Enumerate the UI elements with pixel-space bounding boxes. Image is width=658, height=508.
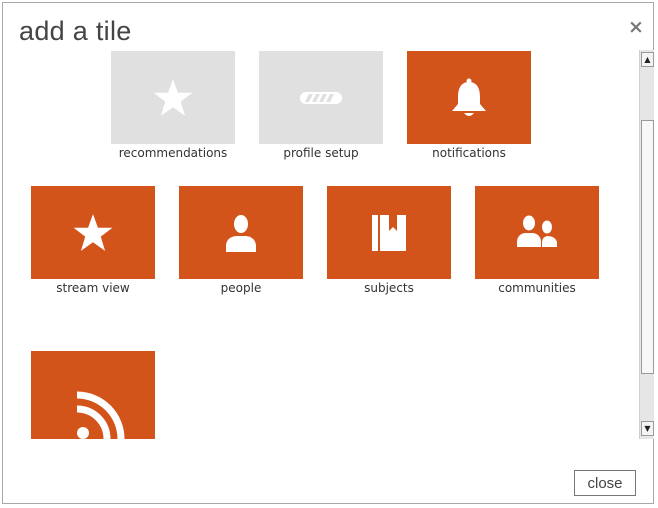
tile-face — [259, 51, 383, 144]
scrollbar-thumb[interactable] — [641, 120, 654, 374]
star-icon — [72, 212, 114, 254]
tile-recommendations[interactable]: recommendations — [111, 51, 235, 160]
tile-face — [179, 186, 303, 279]
progress-bar-icon — [299, 90, 343, 106]
close-dialog-icon[interactable]: × — [628, 16, 644, 38]
tile-profile-setup[interactable]: profile setup — [259, 51, 383, 160]
bell-icon — [447, 76, 491, 120]
tile-face — [475, 186, 599, 279]
tile-label: communities — [498, 281, 576, 295]
tile-label: notifications — [432, 146, 506, 160]
add-tile-dialog: add a tile × recommendations profile set… — [2, 2, 654, 504]
tile-communities[interactable]: communities — [475, 186, 599, 295]
tile-label: recommendations — [118, 146, 228, 160]
tile-face — [31, 351, 155, 439]
tile-subjects[interactable]: subjects — [327, 186, 451, 295]
group-icon — [515, 213, 559, 253]
tile-grid: recommendations profile setup notificati… — [3, 51, 639, 439]
tile-label: profile setup — [283, 146, 359, 160]
bookmark-book-icon — [369, 212, 409, 254]
tile-people[interactable]: people — [179, 186, 303, 295]
tile-label: people — [220, 281, 262, 295]
star-icon — [152, 77, 194, 119]
tile-label: stream view — [56, 281, 130, 295]
person-icon — [220, 212, 262, 254]
close-button[interactable]: close — [574, 470, 636, 496]
scroll-up-icon[interactable]: ▲ — [641, 52, 654, 67]
vertical-scrollbar[interactable]: ▲ ▼ — [639, 50, 654, 439]
tile-stream-view[interactable]: stream view — [31, 186, 155, 295]
tile-face — [31, 186, 155, 279]
tile-notifications[interactable]: notifications — [407, 51, 531, 160]
tile-rss-feed[interactable] — [31, 351, 155, 439]
tile-face — [407, 51, 531, 144]
dialog-title: add a tile — [19, 16, 132, 46]
tile-face — [327, 186, 451, 279]
tile-face — [111, 51, 235, 144]
tile-label: subjects — [364, 281, 414, 295]
scroll-down-icon[interactable]: ▼ — [641, 421, 654, 436]
rss-feed-icon — [69, 389, 129, 439]
